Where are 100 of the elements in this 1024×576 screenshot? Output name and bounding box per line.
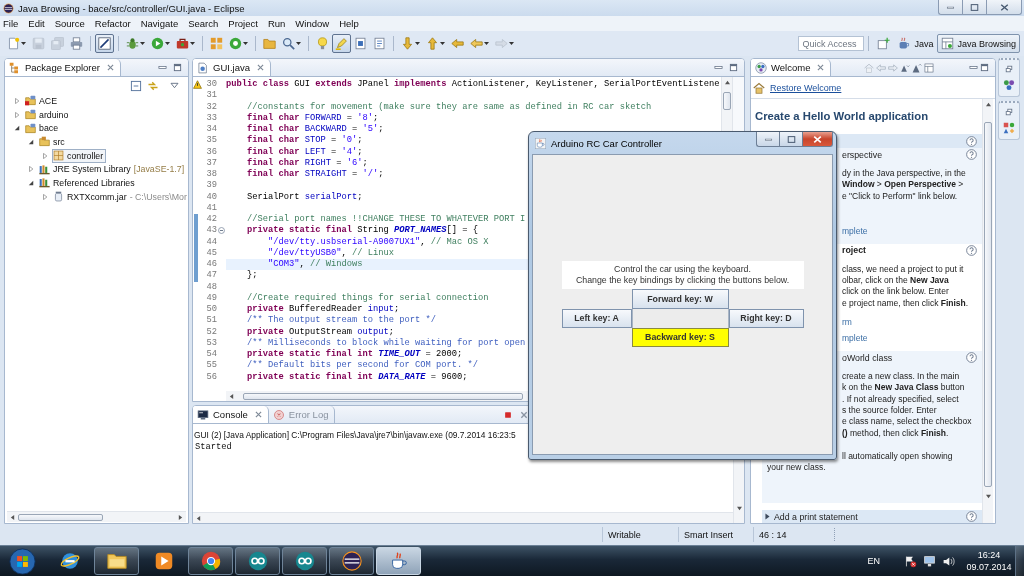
minimize-icon[interactable] (158, 63, 167, 72)
scrollbar-thumb[interactable] (18, 513, 103, 521)
step-link[interactable]: mplete (842, 333, 868, 344)
collapse-arrow-icon[interactable] (14, 125, 20, 132)
tree-item[interactable]: src (38, 134, 68, 149)
perspective-button[interactable]: Java (894, 34, 938, 53)
scroll-up-icon[interactable] (984, 102, 992, 107)
restore-icon[interactable] (1005, 108, 1013, 116)
minimize-button[interactable] (938, 0, 962, 15)
triangle-arrow-icon[interactable] (912, 62, 922, 73)
panel-layout-icon[interactable] (924, 62, 934, 73)
restore-icon[interactable] (1005, 65, 1013, 73)
caret-icon[interactable] (140, 42, 145, 45)
menu-item[interactable]: Project (225, 18, 263, 29)
caret-icon[interactable] (243, 42, 248, 45)
toolbar-button[interactable] (95, 34, 114, 53)
minimized-view-stack[interactable] (998, 58, 1020, 97)
tree-item[interactable]: RXTXcomm.jar - C:\Users\Mor (52, 189, 188, 204)
key-binding-button[interactable]: Left key: A (561, 308, 632, 328)
key-binding-button[interactable]: Forward key: W (631, 288, 729, 309)
caret-icon[interactable] (190, 42, 195, 45)
monitor-icon[interactable] (923, 554, 936, 568)
scroll-left-icon[interactable] (10, 513, 15, 521)
scroll-down-icon[interactable] (735, 506, 743, 511)
tree-item[interactable]: arduino (24, 107, 72, 122)
maximize-icon[interactable] (729, 63, 738, 72)
step-link[interactable]: mplete (842, 225, 868, 236)
step-title[interactable]: roject (842, 245, 866, 256)
speaker-icon[interactable] (942, 554, 955, 568)
menu-item[interactable]: File (0, 18, 24, 29)
tree-item[interactable]: controller (52, 148, 107, 163)
clock-date[interactable]: 09.07.2014 (966, 561, 1012, 573)
caret-icon[interactable] (165, 42, 170, 45)
perspective-button[interactable]: Java Browsing (937, 34, 1020, 53)
view-tab[interactable]: Welcome (751, 59, 832, 76)
toolbar-button[interactable] (332, 34, 351, 53)
taskbar-button[interactable] (282, 547, 327, 575)
minimize-icon[interactable] (714, 63, 723, 72)
caret-icon[interactable] (415, 42, 420, 45)
tree-item[interactable]: Referenced Libraries (38, 175, 138, 190)
close-button[interactable] (986, 0, 1022, 15)
close-icon[interactable] (817, 64, 825, 71)
restore-button[interactable] (962, 0, 986, 15)
scrollbar-thumb[interactable] (984, 122, 992, 487)
flag-icon[interactable] (904, 554, 917, 568)
close-icon[interactable] (256, 64, 264, 71)
editor-tab[interactable]: GUI.java (193, 59, 271, 76)
step-title[interactable]: oWorld class (842, 352, 893, 363)
grip-icon[interactable] (833, 527, 836, 542)
step-link[interactable]: rm (842, 317, 852, 328)
step-title[interactable]: Add a print statement (774, 511, 858, 522)
menu-item[interactable]: Search (185, 18, 224, 29)
menu-item[interactable]: Window (292, 18, 335, 29)
maximize-button[interactable] (779, 132, 802, 147)
scrollbar[interactable] (7, 511, 186, 522)
menu-item[interactable]: Navigate (137, 18, 184, 29)
scrollbar-thumb[interactable] (243, 392, 523, 400)
scrollbar[interactable] (193, 512, 733, 523)
expand-arrow-icon[interactable] (765, 513, 770, 520)
shapes-icon[interactable] (1003, 122, 1015, 134)
view-tab[interactable]: Package Explorer (5, 59, 121, 76)
menu-item[interactable]: Source (51, 18, 90, 29)
triangle-arrow-icon[interactable] (900, 62, 910, 73)
help-icon[interactable] (966, 149, 977, 160)
clock-time[interactable]: 16:24 (977, 549, 1001, 561)
help-icon[interactable] (966, 511, 977, 522)
close-icon[interactable] (107, 64, 114, 71)
minimize-icon[interactable] (969, 63, 978, 72)
tree-item[interactable]: JRE System Library [JavaSE-1.7] (38, 162, 188, 177)
scroll-up-icon[interactable] (723, 80, 731, 85)
tree-item[interactable]: ACE (24, 93, 61, 108)
caret-icon[interactable] (21, 42, 26, 45)
help-icon[interactable] (966, 352, 977, 364)
close-icon[interactable] (520, 410, 528, 419)
key-binding-button[interactable]: Right key: D (728, 308, 804, 328)
collapse-arrow-icon[interactable] (28, 138, 34, 145)
maximize-icon[interactable] (173, 63, 182, 72)
language-indicator[interactable]: EN (867, 556, 880, 566)
step-title[interactable]: erspective (842, 149, 883, 160)
menu-item[interactable]: Run (264, 18, 291, 29)
menu-item[interactable]: Edit (25, 18, 50, 29)
close-button[interactable] (802, 132, 833, 147)
caret-icon[interactable] (440, 42, 445, 45)
taskbar-button[interactable] (235, 547, 280, 575)
restore-welcome-link[interactable]: Restore Welcome (770, 82, 842, 93)
menu-item[interactable]: Refactor (91, 18, 136, 29)
view-menu-icon[interactable] (170, 82, 179, 89)
scroll-down-icon[interactable] (984, 494, 992, 499)
scroll-right-icon[interactable] (178, 513, 183, 521)
taskbar-button[interactable] (329, 547, 374, 575)
minimized-view-stack[interactable] (998, 101, 1020, 140)
taskbar-button[interactable] (188, 547, 233, 575)
collapse-all-icon[interactable] (130, 79, 142, 92)
quick-access-field[interactable]: Quick Access (798, 36, 865, 51)
show-desktop-button[interactable] (1015, 546, 1024, 576)
tree-item[interactable]: bace (24, 121, 62, 136)
scrollbar[interactable] (982, 99, 993, 523)
collapse-arrow-icon[interactable] (28, 179, 34, 186)
menu-item[interactable]: Help (336, 18, 364, 29)
maximize-icon[interactable] (980, 63, 989, 72)
